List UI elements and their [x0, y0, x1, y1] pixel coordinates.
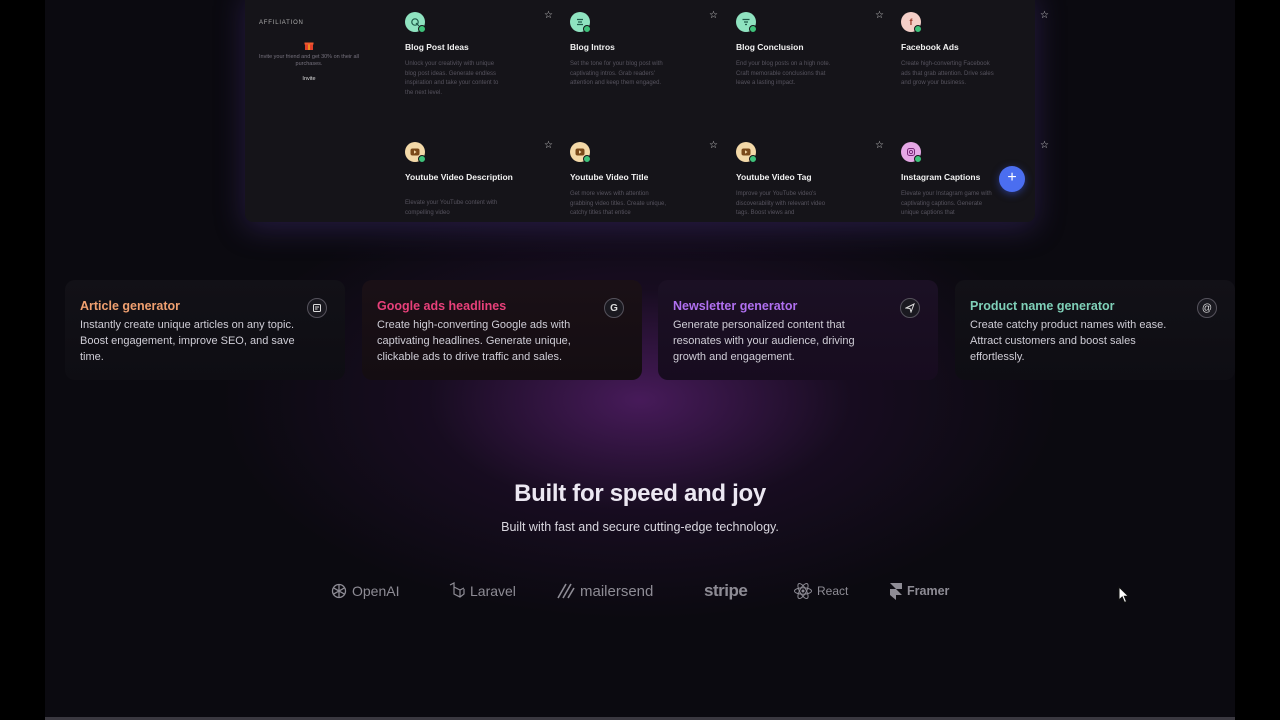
logo-label: mailersend — [580, 582, 654, 600]
tool-card[interactable]: ☆ Instagram Captions Elevate your Instag… — [901, 140, 1051, 252]
tool-description: Elevate your Instagram game with captiva… — [901, 191, 992, 216]
card-title: Article generator — [80, 299, 181, 313]
card-description: Create catchy product names with ease. A… — [970, 319, 1167, 363]
logo-label: Framer — [907, 584, 950, 598]
tool-description: Elevate your YouTube content with compel… — [405, 200, 498, 216]
affiliation-text: Invite your friend and get 30% on their … — [259, 54, 359, 67]
document-icon — [307, 298, 327, 318]
youtube-icon — [736, 142, 757, 163]
affiliation-title: AFFILIATION — [259, 20, 304, 26]
card-description: Generate personalized content that reson… — [673, 319, 855, 363]
edit-sparkle-icon — [405, 12, 426, 33]
card-description: Instantly create unique articles on any … — [80, 319, 295, 363]
section-subline: Built with fast and secure cutting-edge … — [501, 520, 779, 534]
tool-description: Create high-converting Facebook ads that… — [901, 61, 994, 86]
star-icon[interactable]: ☆ — [875, 140, 884, 151]
invite-button[interactable]: Invite — [259, 76, 359, 82]
tool-card[interactable]: ☆ Youtube Video Description Elevate your… — [405, 140, 555, 252]
tool-description: Set the tone for your blog post with cap… — [570, 61, 663, 86]
tool-title: Youtube Video Tag — [736, 172, 812, 182]
card-description: Create high-converting Google ads with c… — [377, 319, 571, 363]
youtube-icon — [405, 142, 426, 163]
feature-card-google-ads[interactable]: Google ads headlines Create high-convert… — [362, 280, 642, 380]
logo-label: Laravel — [470, 583, 516, 599]
card-title: Google ads headlines — [377, 299, 507, 313]
star-icon[interactable]: ☆ — [544, 10, 553, 21]
youtube-icon — [570, 142, 591, 163]
logo-stripe: stripe — [704, 580, 748, 602]
tool-card[interactable]: ☆ Blog Conclusion End your blog posts on… — [736, 10, 886, 122]
tool-title: Blog Intros — [570, 42, 615, 52]
logo-laravel: Laravel — [448, 580, 516, 602]
tool-card[interactable]: ☆ Blog Post Ideas Unlock your creativity… — [405, 10, 555, 122]
star-icon[interactable]: ☆ — [1040, 140, 1049, 151]
tool-card[interactable]: ☆ Youtube Video Tag Improve your YouTube… — [736, 140, 886, 252]
card-title: Product name generator — [970, 299, 1115, 313]
feature-card-newsletter[interactable]: Newsletter generator Generate personaliz… — [658, 280, 938, 380]
laravel-icon — [449, 582, 465, 598]
add-button[interactable]: + — [999, 166, 1025, 192]
tool-description: Unlock your creativity with unique blog … — [405, 61, 499, 96]
tool-title: Youtube Video Description — [405, 172, 513, 182]
at-sign-icon: @ — [1197, 298, 1217, 318]
mouse-cursor-icon — [1118, 586, 1130, 604]
react-icon — [794, 582, 812, 600]
tool-title: Facebook Ads — [901, 42, 959, 52]
affiliation-panel: AFFILIATION Invite your friend and get 3… — [259, 20, 359, 82]
tool-title: Blog Conclusion — [736, 42, 804, 52]
logo-openai: OpenAI — [330, 580, 399, 602]
tool-card[interactable]: ☆ Blog Intros Set the tone for your blog… — [570, 10, 720, 122]
google-icon: G — [604, 298, 624, 318]
section-headline: Built for speed and joy — [514, 480, 766, 507]
logo-label: OpenAI — [352, 583, 400, 599]
tool-description: End your blog posts on a high note. Craf… — [736, 61, 831, 86]
card-title: Newsletter generator — [673, 299, 798, 313]
tool-title: Youtube Video Title — [570, 172, 649, 182]
mailersend-icon — [557, 583, 575, 599]
star-icon[interactable]: ☆ — [544, 140, 553, 151]
star-icon[interactable]: ☆ — [875, 10, 884, 21]
tool-description: Get more views with attention grabbing v… — [570, 191, 667, 216]
tool-description: Improve your YouTube video's discoverabi… — [736, 191, 826, 216]
instagram-icon — [901, 142, 922, 163]
framer-icon — [890, 583, 902, 600]
feature-card-product-name[interactable]: Product name generator Create catchy pro… — [955, 280, 1235, 380]
send-icon — [900, 298, 920, 318]
feature-card-article[interactable]: Article generator Instantly create uniqu… — [65, 280, 345, 380]
logo-react: React — [793, 580, 848, 602]
align-center-icon — [570, 12, 591, 33]
tool-card[interactable]: ☆ Youtube Video Title Get more views wit… — [570, 140, 720, 252]
tool-title: Instagram Captions — [901, 172, 981, 182]
logo-label: stripe — [704, 581, 748, 600]
star-icon[interactable]: ☆ — [709, 10, 718, 21]
star-icon[interactable]: ☆ — [1040, 10, 1049, 21]
filter-icon — [736, 12, 757, 33]
dashboard-preview: AFFILIATION Invite your friend and get 3… — [245, 0, 1049, 222]
logo-mailersend: mailersend — [556, 580, 653, 602]
landing-page: AFFILIATION Invite your friend and get 3… — [45, 0, 1235, 720]
logo-framer: Framer — [889, 580, 949, 602]
logo-label: React — [817, 584, 849, 598]
star-icon[interactable]: ☆ — [709, 140, 718, 151]
tool-title: Blog Post Ideas — [405, 42, 469, 52]
facebook-icon: f — [901, 12, 922, 33]
tool-card[interactable]: f ☆ Facebook Ads Create high-converting … — [901, 10, 1051, 122]
gift-icon — [304, 42, 314, 50]
openai-icon — [331, 583, 347, 599]
